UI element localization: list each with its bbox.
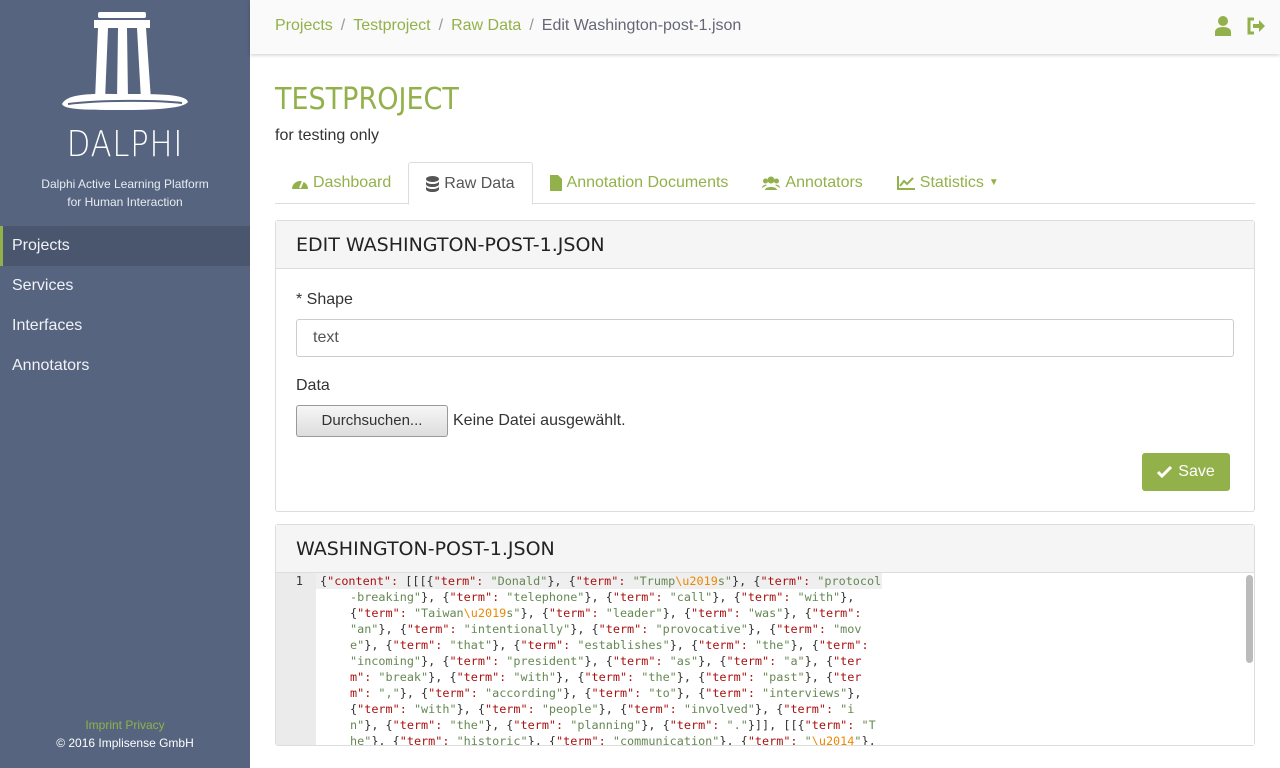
sidebar-nav: Projects Services Interfaces Annotators: [0, 226, 250, 386]
sign-out-icon[interactable]: [1246, 16, 1266, 36]
edit-panel-title: EDIT WASHINGTON-POST-1.JSON: [276, 221, 1254, 269]
preview-panel-title: WASHINGTON-POST-1.JSON: [276, 525, 1254, 573]
dashboard-icon: [292, 180, 308, 189]
database-icon: [426, 175, 440, 192]
breadcrumb-current: Edit Washington-post-1.json: [541, 17, 742, 34]
sidebar-footer: Imprint Privacy © 2016 Implisense GmbH: [0, 716, 250, 752]
code-editor[interactable]: 1 {"content": [[[{"term": "Donald"}, {"t…: [276, 573, 1254, 745]
imprint-link[interactable]: Imprint: [85, 718, 122, 732]
edit-panel: EDIT WASHINGTON-POST-1.JSON * Shape text…: [275, 220, 1255, 512]
breadcrumb-testproject[interactable]: Testproject: [353, 17, 430, 34]
data-label: Data: [296, 377, 330, 394]
breadcrumb-raw-data[interactable]: Raw Data: [451, 17, 521, 34]
tab-raw-data[interactable]: Raw Data: [408, 162, 533, 205]
project-title: TESTPROJECT: [275, 82, 459, 117]
copyright: © 2016 Implisense GmbH: [56, 736, 194, 750]
vertical-scrollbar[interactable]: [1246, 575, 1253, 663]
check-icon: [1157, 466, 1173, 478]
tab-statistics[interactable]: Statistics ▼: [880, 162, 1016, 203]
line-numbers: 1: [276, 573, 316, 745]
tab-annotation-documents[interactable]: Annotation Documents: [533, 162, 746, 203]
breadcrumb-projects[interactable]: Projects: [275, 17, 333, 34]
sidebar: DALPHI Dalphi Active Learning Platform fo…: [0, 0, 250, 768]
tab-annotators[interactable]: Annotators: [745, 162, 879, 203]
breadcrumb: Projects / Testproject / Raw Data / Edit Washi…: [275, 17, 742, 34]
tagline: Dalphi Active Learning Platform for Human…: [41, 177, 209, 209]
file-status: Keine Datei ausgewählt.: [453, 412, 626, 429]
tab-dashboard[interactable]: Dashboard: [275, 162, 408, 203]
caret-down-icon: ▼: [988, 176, 999, 188]
sidebar-item-interfaces[interactable]: Interfaces: [0, 306, 250, 346]
brand-name: DALPHI: [66, 124, 184, 165]
file-browse-button[interactable]: Durchsuchen...: [296, 405, 448, 437]
shape-input[interactable]: text: [296, 319, 1234, 357]
dalphi-temple-logo: [62, 12, 188, 110]
users-icon: [762, 176, 781, 190]
project-description: for testing only: [275, 127, 380, 144]
user-icon[interactable]: [1214, 16, 1232, 36]
line-chart-icon: [896, 175, 915, 190]
privacy-link[interactable]: Privacy: [125, 718, 164, 732]
sidebar-item-annotators[interactable]: Annotators: [0, 346, 250, 386]
preview-panel: WASHINGTON-POST-1.JSON 1 {"content": [[[…: [275, 524, 1255, 746]
sidebar-item-services[interactable]: Services: [0, 266, 250, 306]
sidebar-item-projects[interactable]: Projects: [0, 226, 250, 266]
code-content[interactable]: {"content": [[[{"term": "Donald"}, {"ter…: [320, 573, 882, 745]
save-button[interactable]: Save: [1142, 453, 1230, 491]
shape-label: * Shape: [296, 291, 353, 308]
file-icon: [549, 174, 562, 191]
top-bar: Projects / Testproject / Raw Data / Edit Washi…: [250, 0, 1280, 54]
project-tabs: Dashboard Raw Data Annotation Documents …: [275, 162, 1255, 205]
main-content: TESTPROJECT for testing only Dashboard R…: [275, 54, 1255, 746]
